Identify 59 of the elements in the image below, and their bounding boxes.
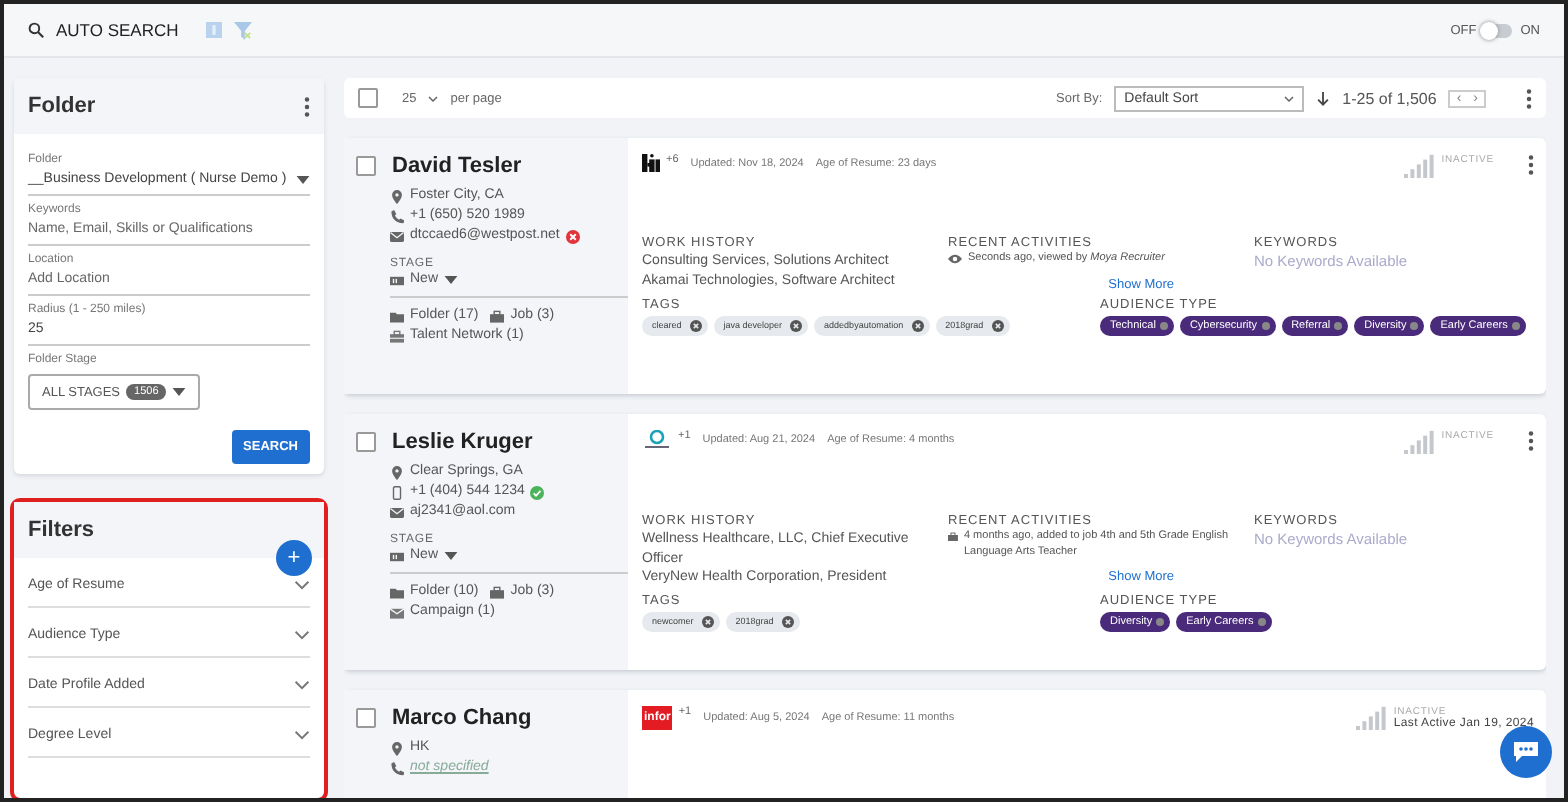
remove-icon[interactable] (790, 319, 803, 331)
pin-icon (390, 465, 404, 479)
mail-icon (390, 229, 404, 243)
caret-icon (172, 388, 187, 396)
chevron-icon (294, 730, 310, 740)
flag-icon (390, 549, 404, 563)
checkbox[interactable] (356, 708, 376, 728)
logo-icon (642, 154, 660, 172)
phone-icon (390, 209, 404, 223)
caret-icon (444, 276, 459, 284)
select-all-checkbox[interactable] (358, 88, 378, 108)
page-title: AUTO SEARCH (56, 20, 179, 40)
remove-icon[interactable] (911, 319, 924, 331)
remove-icon[interactable] (781, 615, 794, 627)
chat-icon (1514, 742, 1538, 762)
candidate-name[interactable]: David Tesler (392, 154, 522, 178)
caret-icon (296, 175, 310, 183)
signal-icon (1355, 706, 1388, 730)
mail-icon (390, 505, 404, 519)
briefcase-icon (490, 585, 505, 599)
chevron-icon (294, 680, 310, 690)
signal-icon (1403, 154, 1436, 178)
chevron-icon (428, 95, 439, 101)
more-icon[interactable] (304, 95, 310, 117)
mail-icon (390, 605, 404, 619)
briefcase-icon (948, 530, 958, 544)
pin-icon (390, 741, 404, 755)
candidate-name[interactable]: Marco Chang (392, 706, 532, 730)
more-icon[interactable] (1526, 87, 1532, 109)
remove-icon[interactable] (689, 319, 702, 331)
folder-icon (390, 585, 404, 599)
more-icon[interactable] (1528, 154, 1534, 176)
add-button[interactable]: + (276, 540, 312, 576)
panel-title: Filters (28, 518, 95, 542)
more-icon[interactable] (1528, 430, 1534, 452)
folder-icon (390, 309, 404, 323)
toggle-switch[interactable] (1484, 23, 1513, 37)
chevron-icon (1284, 95, 1295, 101)
result-range: 1-25 of 1,506 (1342, 89, 1437, 107)
briefcase-icon (490, 309, 505, 323)
chevron-icon (294, 630, 310, 640)
candidate-name[interactable]: Leslie Kruger (392, 430, 533, 454)
chevron-icon (294, 580, 310, 590)
remove-icon[interactable] (701, 615, 714, 627)
caret-icon (444, 552, 459, 560)
sort-direction-icon[interactable] (1316, 91, 1331, 105)
panel-title: Folder (28, 94, 96, 118)
mobile-icon (390, 485, 404, 499)
flag-icon (390, 273, 404, 287)
logo-icon (642, 430, 672, 450)
checkbox[interactable] (356, 156, 376, 176)
remove-icon[interactable] (991, 319, 1004, 331)
search-icon (28, 22, 44, 38)
briefcase-icon (390, 329, 404, 343)
pin-icon (390, 189, 404, 203)
phone-icon (390, 761, 404, 775)
signal-icon (1403, 430, 1436, 454)
eye-icon (948, 252, 962, 266)
checkbox[interactable] (356, 432, 376, 452)
